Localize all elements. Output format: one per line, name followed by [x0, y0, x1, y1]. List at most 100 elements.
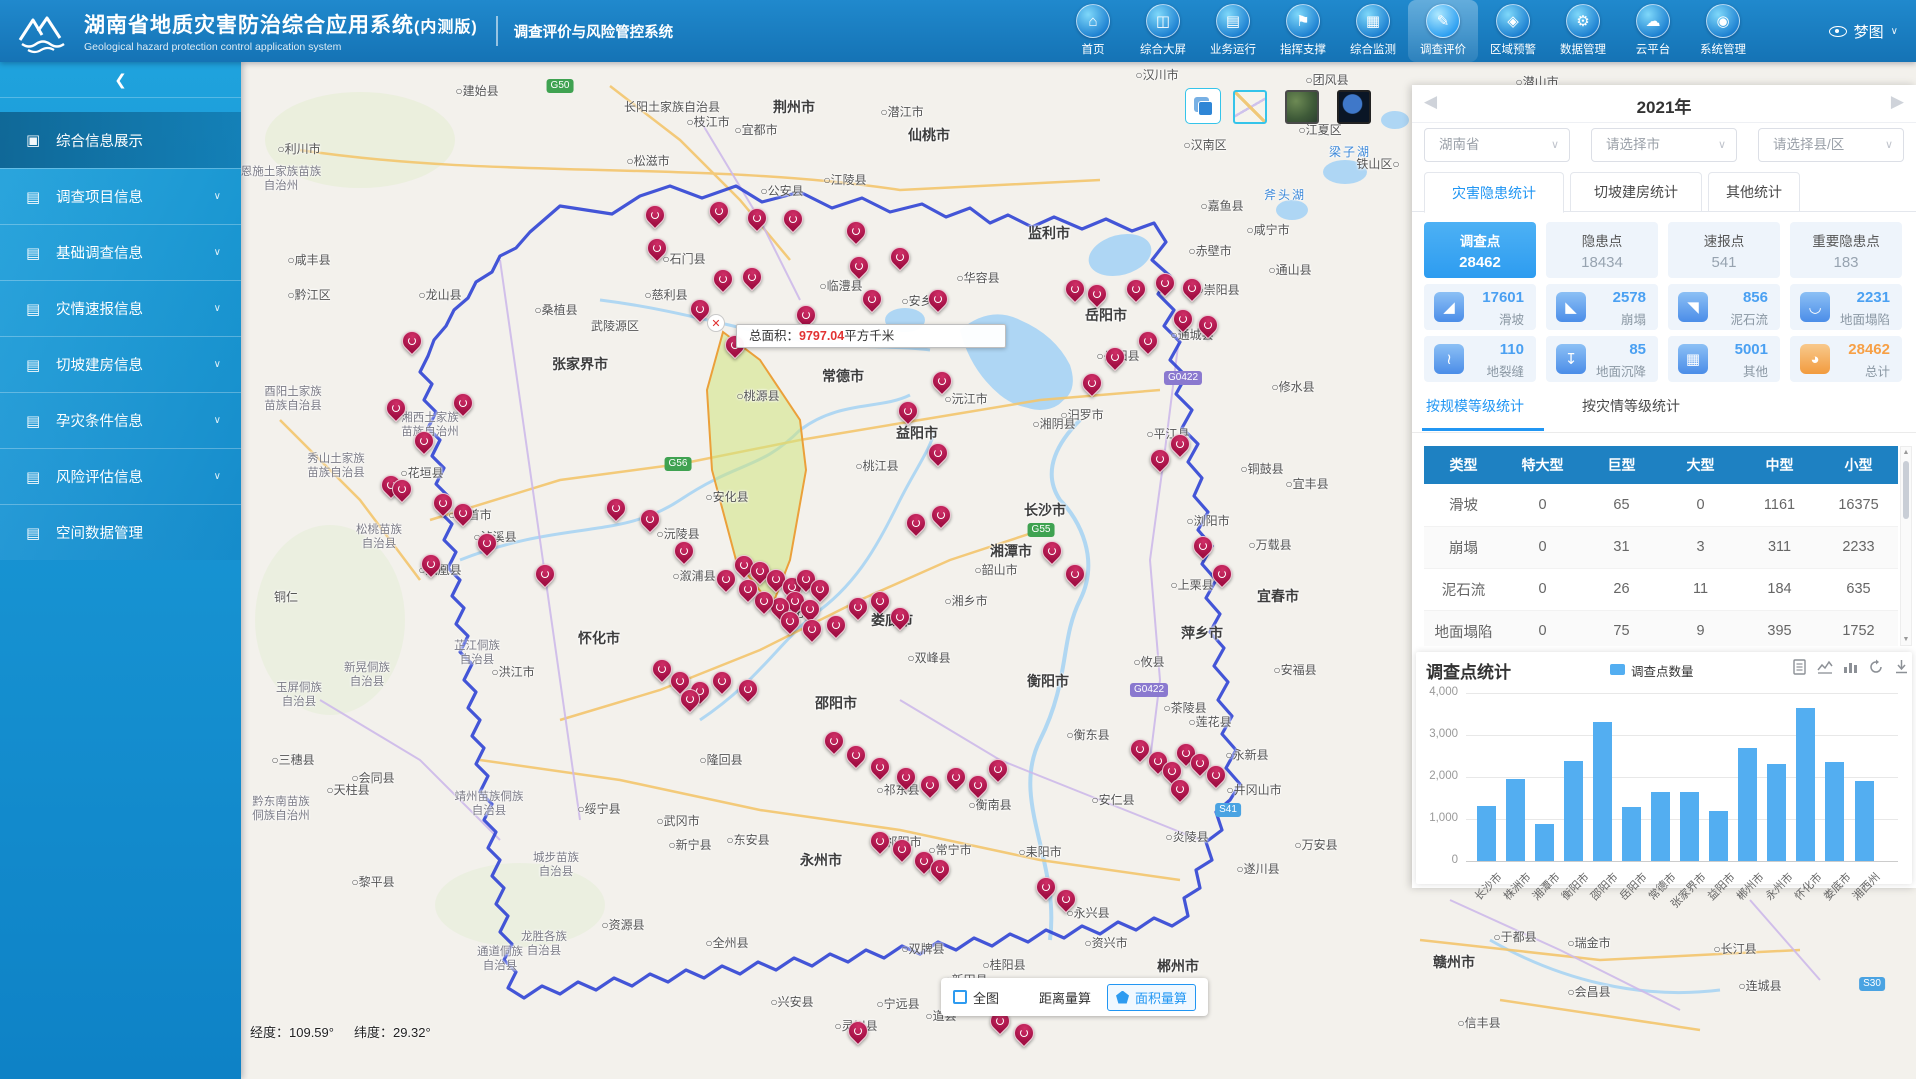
bar-娄底市[interactable] [1825, 762, 1844, 861]
sidebar-item-综合信息展示[interactable]: ▣综合信息展示 [0, 112, 241, 168]
scrollbar-thumb[interactable] [1903, 461, 1909, 519]
tab-其他统计[interactable]: 其他统计 [1708, 172, 1800, 212]
nav-item-综合大屏[interactable]: ◫综合大屏 [1128, 0, 1198, 62]
region-select-0[interactable]: 湖南省∨ [1424, 128, 1570, 162]
table-row[interactable]: 泥石流02611184635 [1424, 568, 1898, 610]
stat-card-速报点[interactable]: 速报点541 [1668, 222, 1780, 278]
type-card-label: 地面沉降 [1596, 361, 1646, 380]
bar-邵阳市[interactable] [1593, 722, 1612, 861]
nav-item-指挥支撑[interactable]: ⚑指挥支撑 [1268, 0, 1338, 62]
table-cell: 0 [1503, 610, 1582, 646]
legend-label[interactable]: 调查点数量 [1631, 661, 1694, 680]
satellite-map-thumbnail[interactable] [1285, 90, 1319, 124]
bar-湘西州[interactable] [1855, 781, 1874, 861]
nav-item-调查评价[interactable]: ✎调查评价 [1408, 0, 1478, 62]
map-place-label: ○韶山市 [974, 561, 1017, 578]
map-tool-面积量算[interactable]: 面积量算 [1107, 984, 1196, 1011]
bar-常德市[interactable] [1651, 792, 1670, 861]
nav-item-业务运行[interactable]: ▤业务运行 [1198, 0, 1268, 62]
type-card-泥石流[interactable]: ◥856泥石流 [1668, 284, 1780, 330]
subsidence-icon: ↧ [1556, 344, 1586, 374]
tab-灾害隐患统计[interactable]: 灾害隐患统计 [1424, 172, 1564, 213]
table-cell: 滑坡 [1424, 484, 1503, 526]
nav-item-数据管理[interactable]: ⚙数据管理 [1548, 0, 1618, 62]
scroll-up-icon[interactable]: ▲ [1901, 449, 1911, 456]
bar-怀化市[interactable] [1796, 708, 1815, 861]
bar-衡阳市[interactable] [1564, 761, 1583, 861]
region-select-1[interactable]: 请选择市∨ [1591, 128, 1737, 162]
hazard-glyph-icon [1071, 569, 1079, 577]
sidebar-item-孕灾条件信息[interactable]: ▤孕灾条件信息∨ [0, 392, 241, 448]
sidebar-item-风险评估信息[interactable]: ▤风险评估信息∨ [0, 448, 241, 504]
table-cell: 11 [1661, 568, 1740, 610]
bar-湘潭市[interactable] [1535, 824, 1554, 861]
bar-郴州市[interactable] [1738, 748, 1757, 861]
legend-swatch[interactable] [1610, 664, 1625, 675]
bar-岳阳市[interactable] [1622, 807, 1641, 861]
nav-item-首页[interactable]: ⌂首页 [1058, 0, 1128, 62]
chart-gridline [1466, 735, 1898, 736]
table-cell: 26 [1582, 568, 1661, 610]
subtab-按规模等级统计[interactable]: 按规模等级统计 [1426, 396, 1524, 416]
scroll-down-icon[interactable]: ▼ [1901, 636, 1911, 643]
map-place-label: ○兴安县 [770, 993, 813, 1010]
nav-item-云平台[interactable]: ☁云平台 [1618, 0, 1688, 62]
measure-close-icon[interactable]: ✕ [707, 314, 725, 332]
data-view-icon[interactable] [1792, 659, 1807, 675]
hazard-glyph-icon [832, 620, 840, 628]
map-place-label: 自治州 [264, 177, 299, 193]
street-map-thumbnail[interactable] [1233, 90, 1267, 124]
layers-icon[interactable] [1185, 88, 1221, 124]
hazard-glyph-icon [854, 1026, 862, 1034]
refresh-icon[interactable] [1868, 659, 1884, 675]
table-list-icon: ▤ [26, 188, 46, 206]
hazard-glyph-icon [912, 518, 920, 526]
tab-切坡建房统计[interactable]: 切坡建房统计 [1570, 172, 1702, 212]
download-icon[interactable] [1894, 659, 1909, 675]
bar-益阳市[interactable] [1709, 811, 1728, 861]
hazard-glyph-icon [855, 261, 863, 269]
stat-card-重要隐患点[interactable]: 重要隐患点183 [1790, 222, 1902, 278]
globe-3d-thumbnail[interactable] [1337, 90, 1371, 124]
type-card-总计[interactable]: ◕28462总计 [1790, 336, 1902, 382]
bar-长沙市[interactable] [1477, 806, 1496, 861]
table-row[interactable]: 滑坡0650116116375 [1424, 484, 1898, 526]
map-tool-全图[interactable]: 全图 [953, 988, 999, 1007]
subtab-按灾情等级统计[interactable]: 按灾情等级统计 [1582, 396, 1680, 416]
table-cell: 0 [1503, 568, 1582, 610]
table-scrollbar[interactable]: ▲ ▼ [1900, 446, 1912, 646]
sidebar-item-空间数据管理[interactable]: ▤空间数据管理 [0, 504, 241, 560]
map-place-label: 自治县 [483, 957, 518, 973]
type-card-滑坡[interactable]: ◢17601滑坡 [1424, 284, 1536, 330]
type-card-地裂缝[interactable]: ≀110地裂缝 [1424, 336, 1536, 382]
sidebar-collapse-button[interactable]: ❮ [0, 62, 241, 98]
map-tool-距离量算[interactable]: 距离量算 [1015, 988, 1091, 1007]
bar-chart-icon[interactable] [1843, 659, 1858, 675]
year-next-arrow-icon[interactable]: ▶ [1891, 92, 1904, 112]
stat-card-调查点[interactable]: 调查点28462 [1424, 222, 1536, 278]
type-card-其他[interactable]: ▦5001其他 [1668, 336, 1780, 382]
total-pie-icon: ◕ [1800, 344, 1830, 374]
nav-item-区域预警[interactable]: ◈区域预警 [1478, 0, 1548, 62]
hazard-glyph-icon [788, 582, 796, 590]
table-row[interactable]: 地面塌陷07593951752 [1424, 610, 1898, 646]
type-card-地面塌陷[interactable]: ◡2231地面塌陷 [1790, 284, 1902, 330]
nav-item-综合监测[interactable]: ▦综合监测 [1338, 0, 1408, 62]
sidebar-item-调查项目信息[interactable]: ▤调查项目信息∨ [0, 168, 241, 224]
type-card-崩塌[interactable]: ◣2578崩塌 [1546, 284, 1658, 330]
bar-永州市[interactable] [1767, 764, 1786, 861]
map-place-label: 自治县 [460, 651, 495, 667]
bar-株洲市[interactable] [1506, 779, 1525, 861]
sidebar-item-灾情速报信息[interactable]: ▤灾情速报信息∨ [0, 280, 241, 336]
table-row[interactable]: 崩塌03133112233 [1424, 526, 1898, 568]
sidebar-item-切坡建房信息[interactable]: ▤切坡建房信息∨ [0, 336, 241, 392]
sidebar-item-基础调查信息[interactable]: ▤基础调查信息∨ [0, 224, 241, 280]
region-select-2[interactable]: 请选择县/区∨ [1758, 128, 1904, 162]
line-chart-icon[interactable] [1817, 659, 1833, 675]
stat-card-隐患点[interactable]: 隐患点18434 [1546, 222, 1658, 278]
hazard-glyph-icon [653, 243, 661, 251]
type-card-地面沉降[interactable]: ↧85地面沉降 [1546, 336, 1658, 382]
user-menu[interactable]: 梦图 ∨ [1829, 0, 1898, 62]
nav-item-系统管理[interactable]: ◉系统管理 [1688, 0, 1758, 62]
bar-张家界市[interactable] [1680, 792, 1699, 861]
